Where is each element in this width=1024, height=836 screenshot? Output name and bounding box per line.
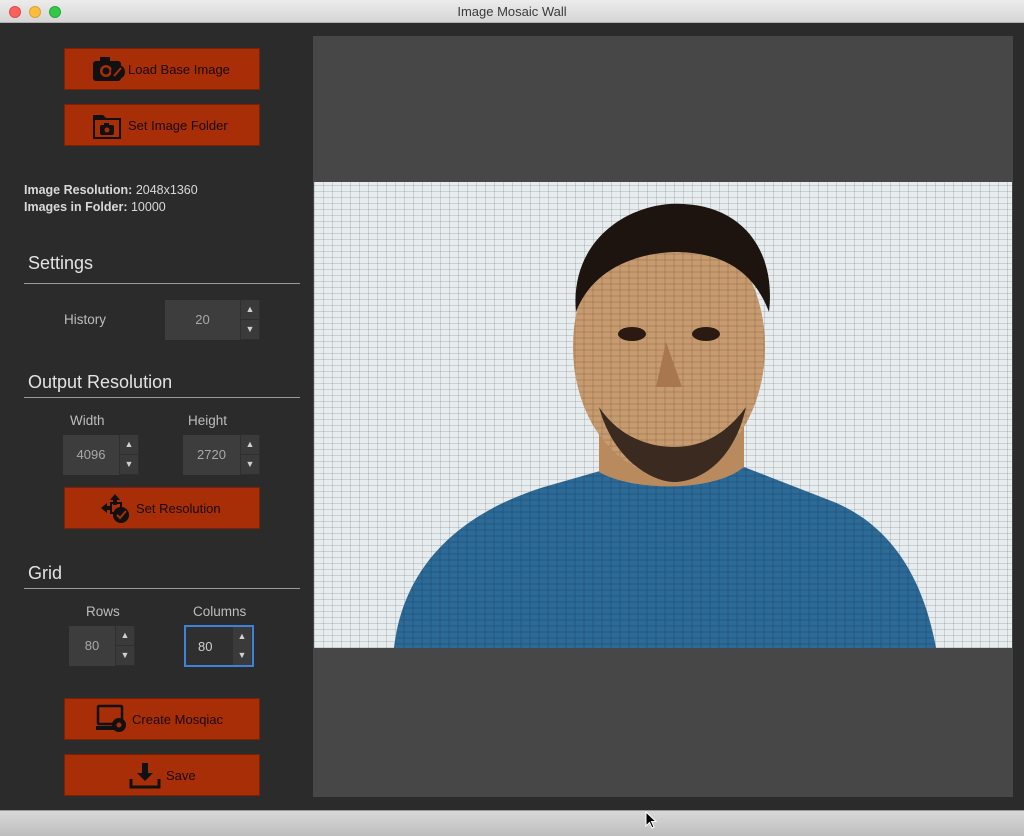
create-mosaic-button[interactable]: Create Mosqiac [64, 698, 260, 740]
title-bar: Image Mosaic Wall [0, 0, 1024, 23]
width-value[interactable]: 4096 [63, 447, 119, 462]
control-panel: Load Base Image Set Image Folder Image R… [0, 23, 312, 810]
rows-decrement-button[interactable]: ▼ [116, 646, 134, 665]
image-resolution-info: Image Resolution: 2048x1360 [24, 183, 198, 197]
height-decrement-button[interactable]: ▼ [241, 455, 259, 474]
grid-divider [24, 588, 300, 589]
columns-increment-button[interactable]: ▲ [233, 627, 251, 646]
set-resolution-button[interactable]: Set Resolution [64, 487, 260, 529]
images-in-folder-label: Images in Folder: [24, 200, 128, 214]
set-image-folder-button[interactable]: Set Image Folder [64, 104, 260, 146]
history-increment-button[interactable]: ▲ [241, 300, 259, 319]
save-button[interactable]: Save [64, 754, 260, 796]
output-resolution-divider [24, 397, 300, 398]
width-spinbox[interactable]: 4096 ▲ ▼ [63, 435, 139, 475]
history-value[interactable]: 20 [165, 312, 240, 327]
rows-spinbox[interactable]: 80 ▲ ▼ [69, 626, 135, 666]
rows-label: Rows [86, 604, 120, 619]
height-spinbox[interactable]: 2720 ▲ ▼ [183, 435, 260, 475]
mosaic-image [314, 182, 1012, 648]
save-label: Save [166, 768, 196, 783]
mouse-cursor-icon [645, 811, 658, 829]
window-title: Image Mosaic Wall [457, 4, 567, 19]
width-label: Width [70, 413, 105, 428]
resize-arrows-icon [101, 494, 129, 523]
create-mosaic-label: Create Mosqiac [132, 712, 224, 727]
columns-value[interactable]: 80 [198, 639, 212, 654]
status-bar [0, 810, 1024, 836]
mosaic-portrait [394, 203, 936, 648]
image-resolution-label: Image Resolution: [24, 183, 133, 197]
height-spin-arrows: ▲ ▼ [240, 435, 260, 475]
settings-divider [24, 283, 300, 284]
camera-edit-icon [93, 57, 125, 81]
folder-camera-icon [93, 115, 121, 139]
history-label: History [64, 312, 107, 327]
rows-spin-arrows: ▲ ▼ [115, 626, 135, 666]
history-decrement-button[interactable]: ▼ [241, 320, 259, 339]
height-label: Height [188, 413, 228, 428]
height-value[interactable]: 2720 [183, 447, 240, 462]
images-in-folder-info: Images in Folder: 10000 [24, 200, 166, 214]
width-decrement-button[interactable]: ▼ [120, 455, 138, 474]
columns-label: Columns [193, 604, 247, 619]
height-increment-button[interactable]: ▲ [241, 435, 259, 454]
columns-spinbox[interactable]: 80 ▲ ▼ [184, 625, 254, 667]
rows-value[interactable]: 80 [69, 638, 115, 653]
history-spinbox[interactable]: 20 ▲ ▼ [165, 300, 260, 340]
settings-heading: Settings [28, 253, 94, 273]
load-base-image-button[interactable]: Load Base Image [64, 48, 260, 90]
history-spin-arrows: ▲ ▼ [240, 300, 260, 340]
download-icon [129, 763, 161, 789]
set-resolution-label: Set Resolution [136, 501, 221, 516]
output-resolution-heading: Output Resolution [28, 372, 173, 392]
columns-spin-arrows: ▲ ▼ [232, 627, 252, 665]
images-in-folder-value: 10000 [130, 200, 166, 214]
set-image-folder-label: Set Image Folder [128, 118, 228, 133]
width-spin-arrows: ▲ ▼ [119, 435, 139, 475]
mosaic-preview-area [313, 36, 1013, 797]
width-increment-button[interactable]: ▲ [120, 435, 138, 454]
image-resolution-value: 2048x1360 [135, 183, 198, 197]
monitor-gear-icon [96, 704, 126, 732]
rows-increment-button[interactable]: ▲ [116, 626, 134, 645]
columns-decrement-button[interactable]: ▼ [233, 646, 251, 665]
grid-heading: Grid [28, 563, 63, 583]
load-base-image-label: Load Base Image [128, 62, 230, 77]
